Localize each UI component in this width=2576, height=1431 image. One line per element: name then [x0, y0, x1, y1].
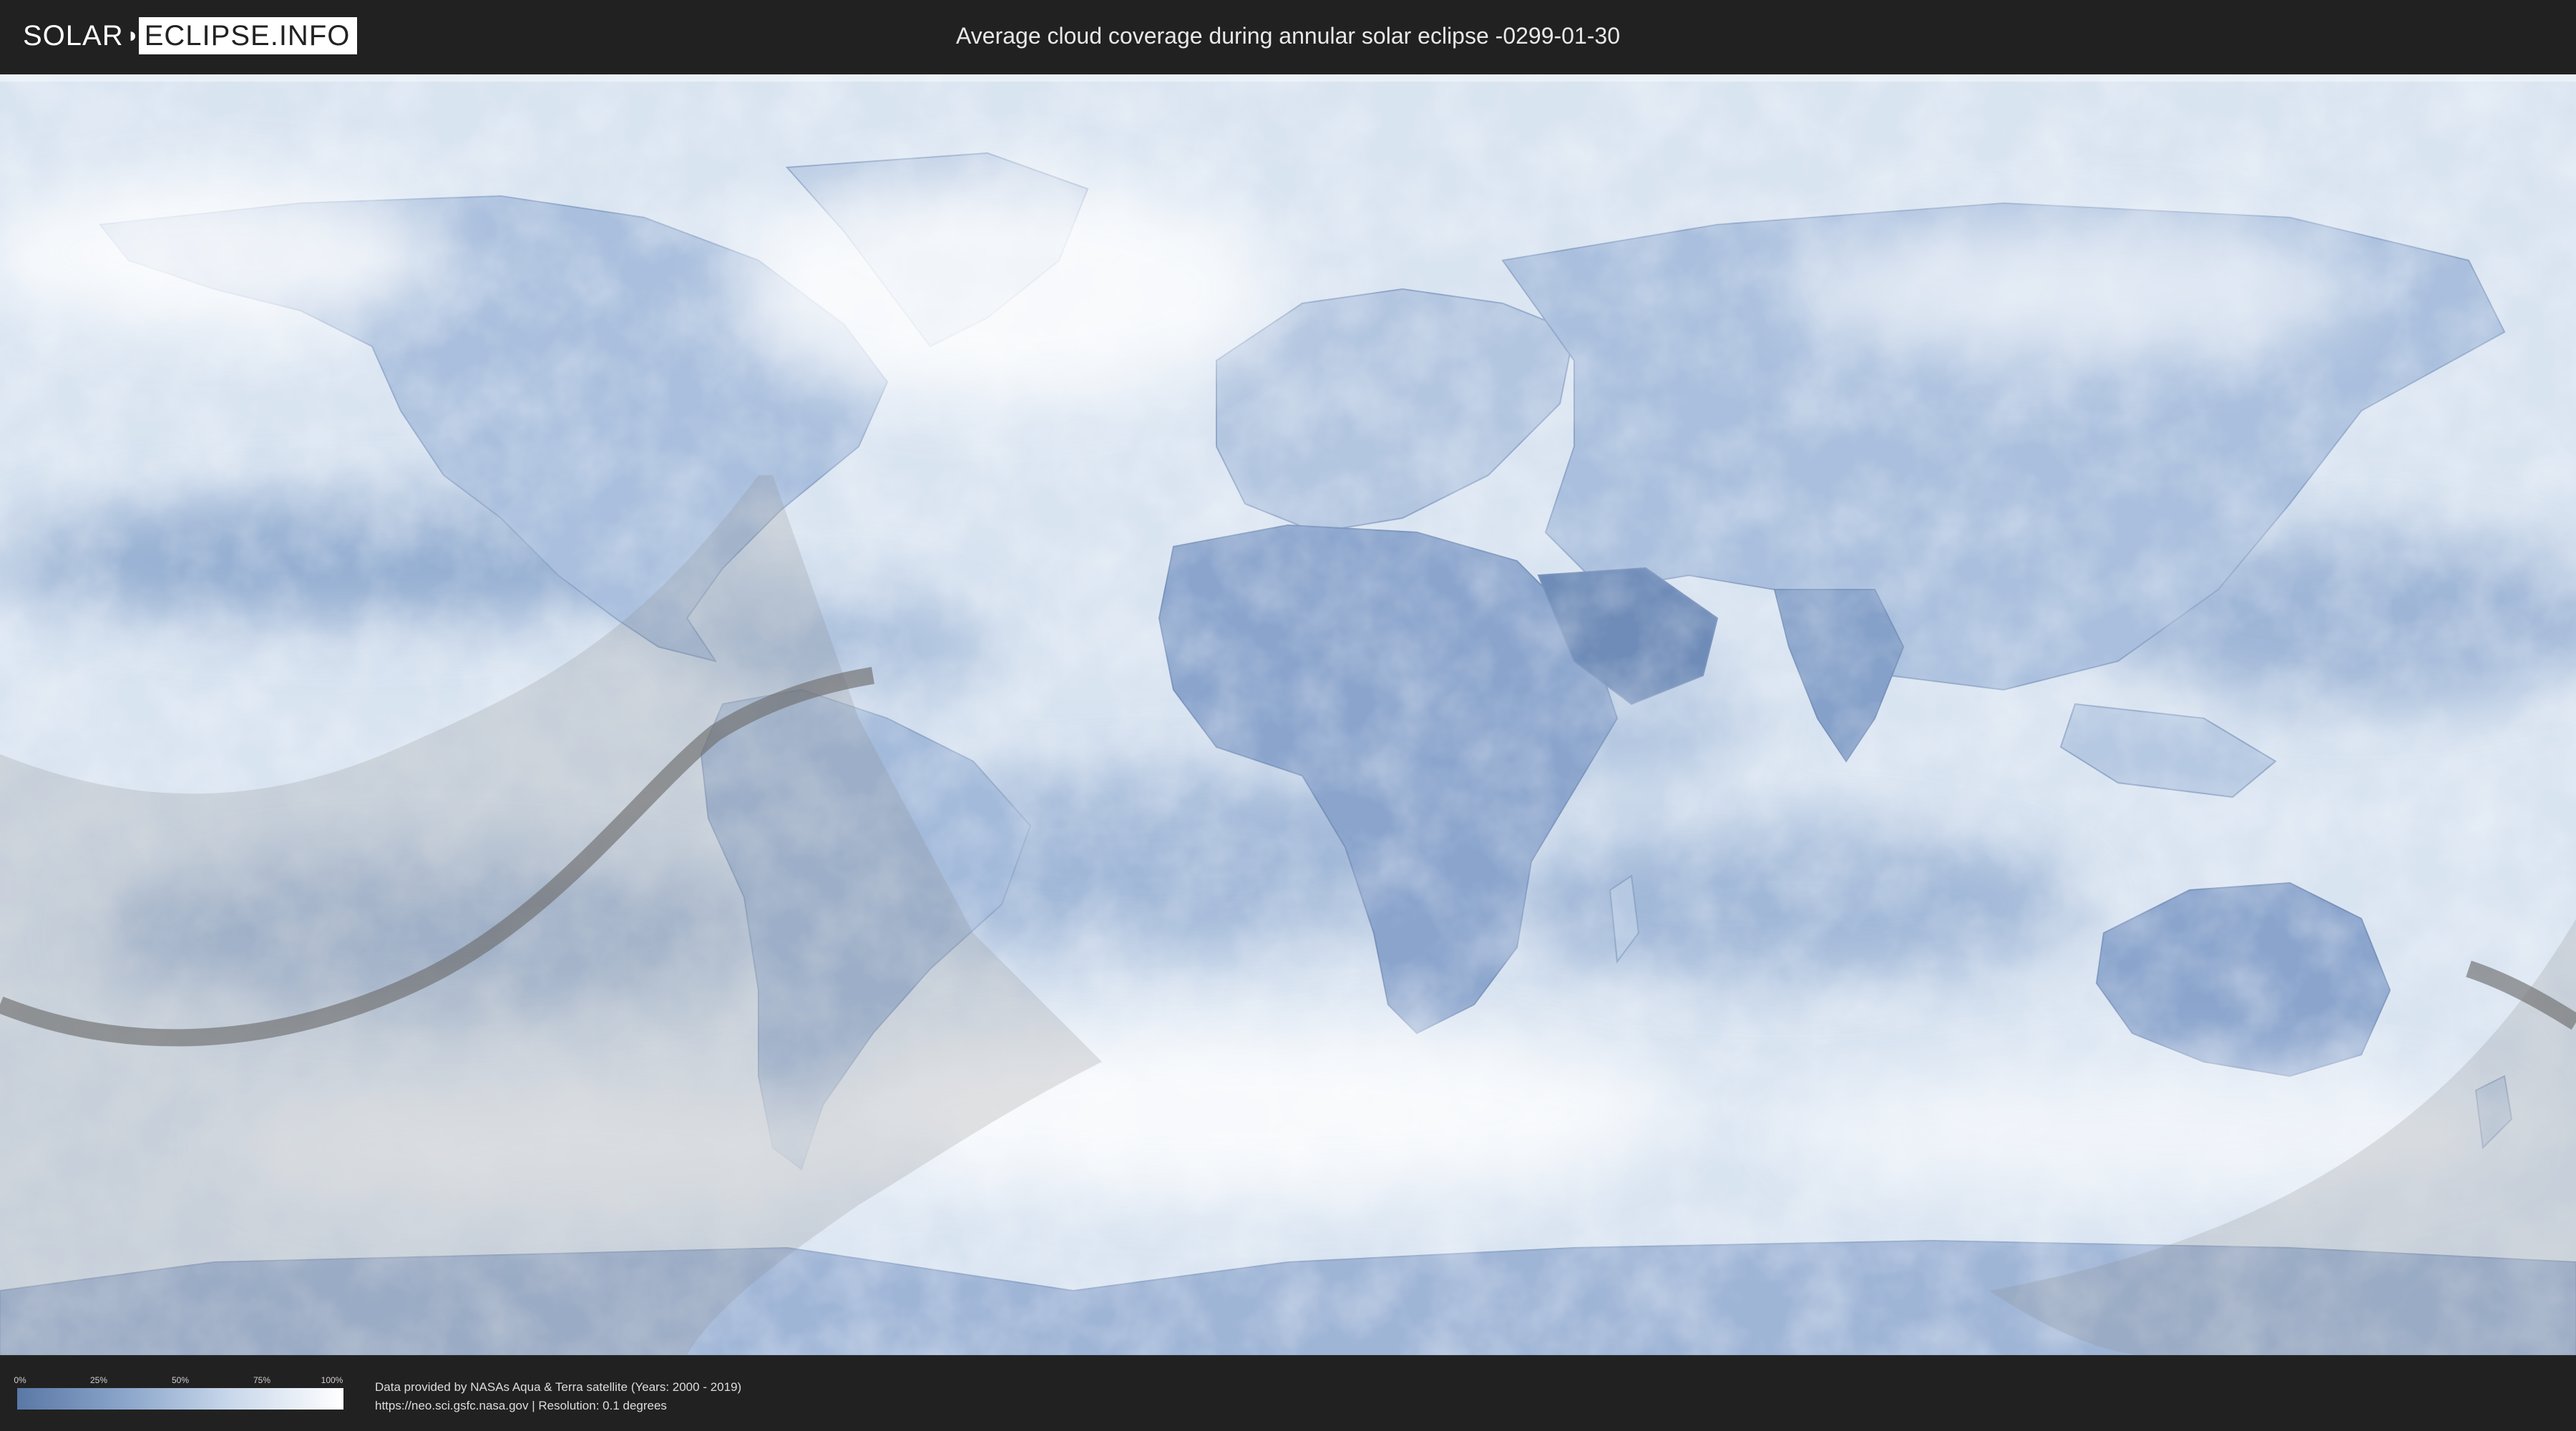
legend-gradient-bar: [17, 1388, 343, 1410]
data-credits: Data provided by NASAs Aqua & Terra sate…: [375, 1378, 741, 1415]
header-bar: SOLAR ◗ ECLIPSE.INFO Average cloud cover…: [0, 0, 2576, 72]
legend-tick: 25%: [89, 1375, 108, 1385]
legend-tick: 75%: [253, 1375, 271, 1385]
credits-line-2[interactable]: https://neo.sci.gsfc.nasa.gov | Resoluti…: [375, 1397, 741, 1415]
credits-line-1: Data provided by NASAs Aqua & Terra sate…: [375, 1380, 742, 1394]
page-title: Average cloud coverage during annular so…: [956, 23, 1620, 49]
cloud-legend: 0% 25% 50% 75% 100%: [14, 1374, 343, 1417]
cloud-coverage-map[interactable]: [0, 74, 2576, 1355]
footer-bar: 0% 25% 50% 75% 100% Data provided by NAS…: [0, 1357, 2576, 1431]
legend-tick: 50%: [171, 1375, 190, 1385]
legend-ticks: 0% 25% 50% 75% 100%: [14, 1374, 343, 1388]
world-map-svg: [0, 74, 2576, 1355]
legend-tick: 100%: [321, 1375, 343, 1385]
legend-tick: 0%: [14, 1375, 26, 1385]
